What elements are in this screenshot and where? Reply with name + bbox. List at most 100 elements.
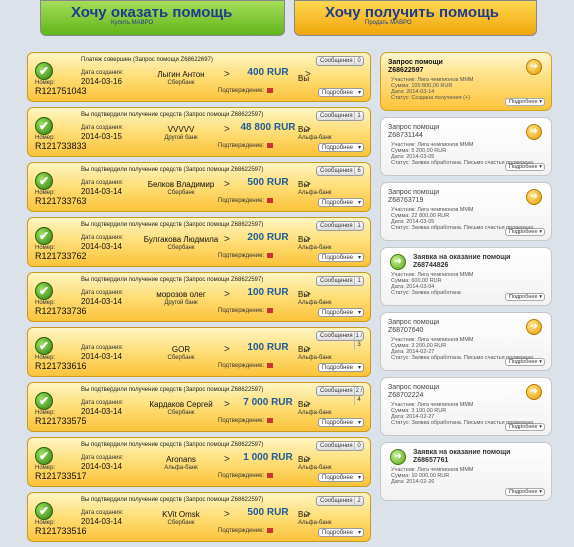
check-icon: ✔ (35, 172, 53, 190)
details-dropdown[interactable]: Подробнее (318, 198, 364, 207)
messages-button[interactable]: Сообщения 6 (316, 166, 364, 176)
messages-button[interactable]: Сообщения 2 / 4 (316, 386, 364, 405)
attachment-icon[interactable] (267, 308, 274, 313)
request-detail-line: Статус: Заявка обработана. Письмо счасть… (391, 225, 534, 231)
sender-name: Кардаков Сергей (149, 400, 213, 409)
arrow-circle-icon[interactable]: ➜ (526, 59, 542, 75)
request-detail-line: Статус: Заявка обработана. Письмо счасть… (391, 160, 534, 166)
request-header: Заявка на оказание помощи Z68744826 (413, 254, 510, 270)
messages-count: 2 (354, 497, 363, 506)
attachment-icon[interactable] (267, 253, 274, 258)
request-header: Запрос помощи Z68731144 (388, 124, 439, 140)
transaction-title: Вы подтвердили получение средств (Запрос… (81, 167, 264, 173)
request-id: Z68702224 (388, 392, 424, 399)
sender-name: Лыгин Антон (157, 70, 205, 79)
confirmation-label: Подтверждение: (218, 308, 274, 314)
check-icon: ✔ (35, 117, 53, 135)
messages-count: 2 / 4 (354, 387, 363, 405)
details-dropdown[interactable]: Подробнее (318, 363, 364, 372)
arrow-circle-icon[interactable]: ➜ (526, 384, 542, 400)
details-dropdown[interactable]: Подробнее (318, 528, 364, 537)
messages-button[interactable]: Сообщения 2 (316, 496, 364, 506)
arrow-icon: > (224, 234, 230, 245)
arrow-icon: > (224, 124, 230, 135)
transaction-title: Вы подтвердили получение средств (Запрос… (81, 497, 264, 503)
attachment-icon[interactable] (267, 88, 274, 93)
attachment-icon[interactable] (267, 418, 274, 423)
transaction-amount: 400 RUR (247, 67, 289, 78)
recipient-bank: Альфа-банк (298, 355, 332, 361)
recipient-bank: Альфа-банк (298, 300, 332, 306)
arrow-circle-icon[interactable]: ➜ (526, 124, 542, 140)
messages-button[interactable]: Сообщения 0 (316, 56, 364, 66)
sender-bank: Альфа-банк (164, 465, 198, 471)
details-dropdown[interactable]: Подробнее (318, 418, 364, 427)
check-icon: ✔ (35, 282, 53, 300)
details-dropdown[interactable]: Подробнее (505, 293, 545, 301)
sender-bank: Сбербанк (167, 80, 195, 86)
details-dropdown[interactable]: Подробнее (505, 488, 545, 496)
arrow-circle-icon[interactable]: ➜ (526, 189, 542, 205)
recipient-bank: Альфа-банк (298, 465, 332, 471)
confirmation-label: Подтверждение: (218, 418, 274, 424)
attachment-icon[interactable] (267, 198, 274, 203)
request-detail-line: Статус: Заявка обработана. Письмо счасть… (391, 355, 534, 361)
arrow-circle-icon[interactable]: ➜ (390, 449, 406, 465)
arrow-circle-icon[interactable]: ➜ (390, 254, 406, 270)
confirmation-label: Подтверждение: (218, 198, 274, 204)
transaction-card: ✔ Платеж совершен (Запрос помощи Z686226… (27, 52, 371, 102)
arrow-icon: > (224, 509, 230, 520)
details-dropdown[interactable]: Подробнее (318, 88, 364, 97)
give-help-title: Хочу оказать помощь (71, 4, 233, 21)
attachment-icon[interactable] (267, 143, 274, 148)
request-type: Запрос помощи (388, 124, 440, 131)
get-help-title: Хочу получить помощь (325, 4, 499, 21)
transaction-date: 2014-03-14 (81, 352, 122, 361)
details-dropdown[interactable]: Подробнее (505, 98, 545, 106)
transaction-title: Вы подтвердили получение средств (Запрос… (81, 277, 264, 283)
messages-button[interactable]: Сообщения 1 (316, 276, 364, 286)
request-card: ➜ Запрос помощиZ68622597 Подробнее Участ… (380, 52, 552, 111)
transaction-card: ✔ Номер: R121733616 Дата создания: 2014-… (27, 327, 371, 377)
transactions-list: ✔ Платеж совершен (Запрос помощи Z686226… (27, 52, 371, 547)
sender-name: KVit Omsk (162, 510, 200, 519)
arrow-icon: > (224, 69, 230, 80)
date-label: Дата создания: (81, 400, 124, 406)
recipient-name: Вы (298, 125, 310, 134)
sender-name: Белков Владимир (147, 180, 215, 189)
messages-button[interactable]: Сообщения 1 (316, 221, 364, 231)
request-header: Запрос помощи Z68622597 (388, 59, 443, 75)
recipient-bank: Альфа-банк (298, 190, 332, 196)
date-label: Дата создания: (81, 290, 124, 296)
give-help-button[interactable]: Хочу оказать помощь Купить МАВРО (40, 0, 285, 36)
transaction-amount: 500 RUR (247, 507, 289, 518)
date-label: Дата создания: (81, 235, 124, 241)
check-icon: ✔ (35, 62, 53, 80)
messages-count: 1 / 3 (354, 332, 363, 350)
request-card: ➜ Запрос помощиZ68763719 Подробнее Участ… (380, 182, 552, 241)
request-detail-line: Дата: 2014-02-26 (391, 479, 435, 485)
confirmation-label: Подтверждение: (218, 253, 274, 259)
messages-button[interactable]: Сообщения 1 / 3 (316, 331, 364, 350)
details-dropdown[interactable]: Подробнее (318, 143, 364, 152)
recipient-bank: Альфа-банк (298, 135, 332, 141)
details-dropdown[interactable]: Подробнее (318, 473, 364, 482)
attachment-icon[interactable] (267, 363, 274, 368)
attachment-icon[interactable] (267, 528, 274, 533)
messages-button[interactable]: Сообщения 1 (316, 111, 364, 121)
check-icon: ✔ (35, 502, 53, 520)
sender-name: VVVVV (167, 125, 195, 134)
details-dropdown[interactable]: Подробнее (318, 308, 364, 317)
recipient-name: Вы (298, 235, 310, 244)
get-help-button[interactable]: Хочу получить помощь Продать МАВРО (294, 0, 537, 36)
transaction-date: 2014-03-14 (81, 242, 122, 251)
transaction-amount: 500 RUR (247, 177, 289, 188)
arrow-circle-icon[interactable]: ➜ (526, 319, 542, 335)
messages-button[interactable]: Сообщения 0 (316, 441, 364, 451)
recipient-name: Вы (298, 74, 310, 83)
attachment-icon[interactable] (267, 473, 274, 478)
sender-name: морозов олег (156, 290, 206, 299)
details-dropdown[interactable]: Подробнее (318, 253, 364, 262)
transaction-card: ✔ Вы подтвердили получение средств (Запр… (27, 162, 371, 212)
messages-count: 0 (354, 442, 363, 451)
